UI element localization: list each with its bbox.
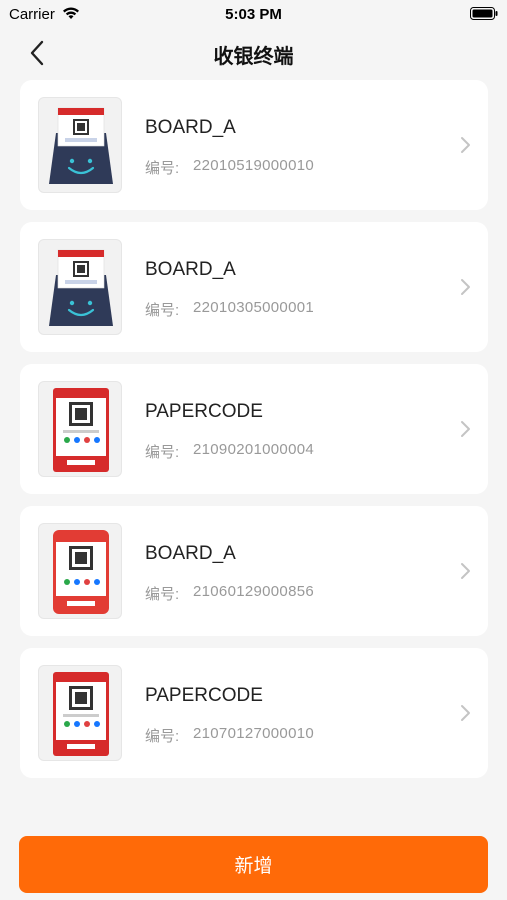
- clock-time: 5:03 PM: [225, 6, 282, 23]
- device-name: BOARD_A: [145, 543, 236, 564]
- add-terminal-button[interactable]: 新增: [19, 836, 488, 893]
- device-card[interactable]: BOARD_A 编号: 22010519000010: [20, 80, 488, 210]
- board-stand-icon: [38, 97, 122, 193]
- board-stand-icon: [38, 239, 122, 335]
- serial-label: 编号:: [145, 444, 180, 461]
- device-card[interactable]: BOARD_A 编号: 22010305000001: [20, 222, 488, 352]
- device-name: PAPERCODE: [145, 685, 263, 706]
- page-title: 收银终端: [213, 46, 294, 68]
- serial-number: 21090201000004: [193, 441, 314, 458]
- device-name: BOARD_A: [145, 259, 236, 280]
- paper-code-icon: [38, 381, 122, 477]
- serial-label: 编号:: [145, 728, 180, 745]
- serial-number: 21070127000010: [193, 725, 314, 742]
- chevron-right-icon: [461, 137, 470, 153]
- chevron-right-icon: [461, 279, 470, 295]
- serial-label: 编号:: [145, 302, 180, 319]
- paper-code-icon: [38, 523, 122, 619]
- serial-number: 22010305000001: [193, 299, 314, 316]
- serial-label: 编号:: [145, 160, 180, 177]
- serial-number: 22010519000010: [193, 157, 314, 174]
- chevron-right-icon: [461, 421, 470, 437]
- device-card[interactable]: PAPERCODE 编号: 21070127000010: [20, 648, 488, 778]
- serial-label: 编号:: [145, 586, 180, 603]
- device-card[interactable]: PAPERCODE 编号: 21090201000004: [20, 364, 488, 494]
- device-name: PAPERCODE: [145, 401, 263, 422]
- device-name: BOARD_A: [145, 117, 236, 138]
- battery-icon: [470, 7, 498, 20]
- chevron-right-icon: [461, 563, 470, 579]
- nav-bar: 收银终端: [0, 28, 507, 76]
- status-bar: Carrier 5:03 PM: [0, 0, 507, 28]
- device-card[interactable]: BOARD_A 编号: 21060129000856: [20, 506, 488, 636]
- chevron-right-icon: [461, 705, 470, 721]
- paper-code-icon: [38, 665, 122, 761]
- device-list: BOARD_A 编号: 22010519000010 BOARD_A 编号: 2…: [20, 80, 488, 790]
- serial-number: 21060129000856: [193, 583, 314, 600]
